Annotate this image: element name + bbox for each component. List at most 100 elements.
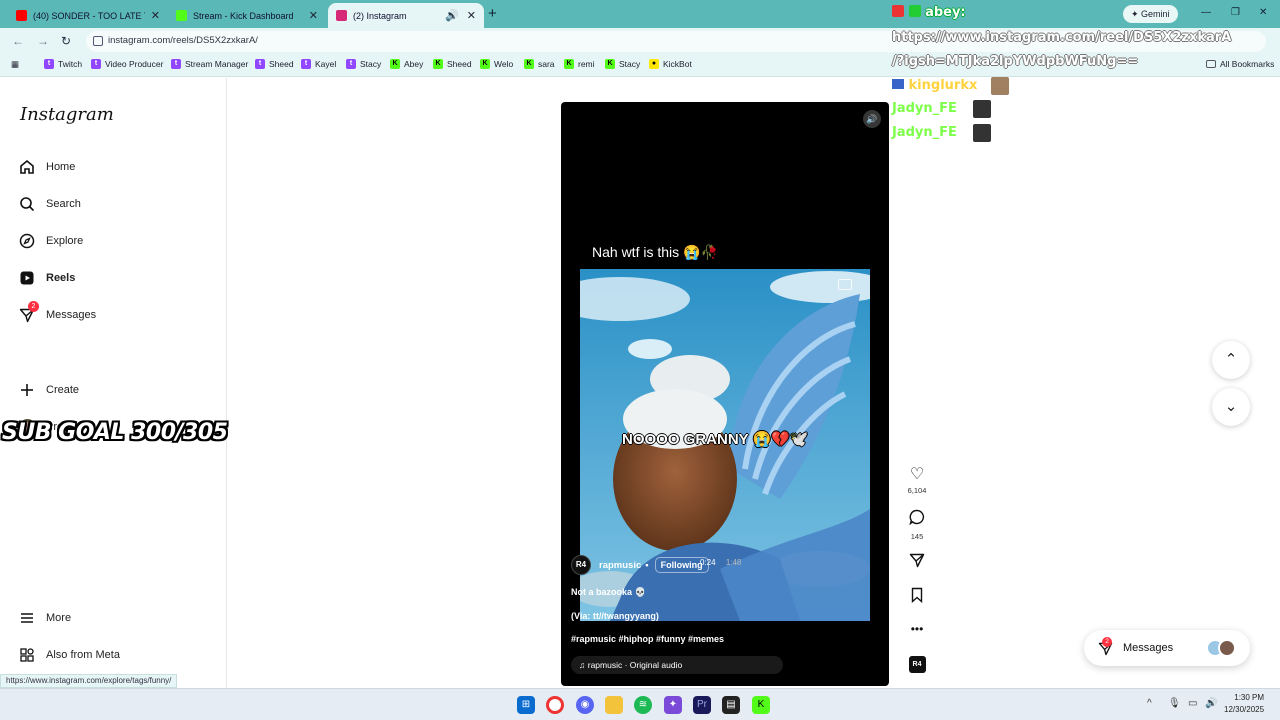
close-icon[interactable]: ✕ (151, 9, 160, 22)
instagram-icon (336, 10, 347, 21)
reel-author[interactable]: R4 rapmusic • Following (571, 555, 709, 575)
like-button[interactable]: ♡ 6,104 (904, 466, 930, 495)
share-button[interactable] (904, 552, 930, 573)
bookmark-label: Twitch (58, 59, 83, 69)
close-window-icon[interactable]: ✕ (1259, 7, 1267, 18)
bookmark-kayel[interactable]: t Kayel (301, 59, 336, 69)
comment-button[interactable]: 145 (904, 509, 930, 541)
premiere-icon[interactable]: Pr (693, 696, 711, 714)
chrome-icon[interactable] (546, 696, 564, 714)
nav-search[interactable]: Search (18, 195, 81, 213)
tab-instagram[interactable]: (2) Instagram 🔊 ✕ (328, 3, 484, 28)
nav-label: More (46, 612, 72, 624)
apps-icon[interactable]: ▦ (11, 59, 19, 70)
explore-icon (18, 232, 36, 250)
nav-home[interactable]: Home (18, 158, 75, 176)
reel-hashtags[interactable]: #rapmusic #hiphop #funny #memes (571, 634, 724, 644)
audio-page-button[interactable]: R4 (904, 656, 930, 673)
previous-reel-button[interactable]: ⌃ (1212, 341, 1250, 379)
comment-icon (904, 509, 930, 530)
bookmark-twitch[interactable]: t Twitch (44, 59, 82, 69)
microphone-icon[interactable]: 🎙 (1168, 698, 1181, 709)
author-avatar[interactable]: R4 (571, 555, 591, 575)
discord-icon[interactable]: ◉ (576, 696, 594, 714)
time-total: 1:48 (725, 558, 742, 567)
bookmark-label: Stream Manager (185, 59, 249, 69)
bookmark-sara[interactable]: Ksara (524, 59, 555, 69)
author-name[interactable]: rapmusic (599, 560, 641, 571)
forward-icon[interactable]: → (37, 34, 49, 48)
nav-create[interactable]: Create (18, 381, 79, 399)
status-bar-url: https://www.instagram.com/explore/tags/f… (0, 674, 178, 688)
bookmark-sheed-kick[interactable]: K Sheed (433, 59, 472, 69)
bookmark-stacy[interactable]: t Stacy (346, 59, 381, 69)
site-info-icon[interactable] (93, 36, 103, 46)
speaker-icon[interactable]: 🔊 (445, 9, 459, 22)
audio-label: rapmusic · Original audio (587, 660, 683, 670)
nav-messages[interactable]: 2 Messages (18, 301, 97, 324)
tab-kick[interactable]: Stream - Kick Dashboard ✕ (168, 3, 326, 28)
back-icon[interactable]: ← (12, 34, 24, 48)
copilot-icon[interactable]: ✦ (664, 696, 682, 714)
windows-start-icon[interactable]: ⊞ (517, 696, 535, 714)
reels-icon (18, 269, 36, 287)
clock[interactable]: 1:30 PM 12/30/2025 (1224, 692, 1264, 716)
volume-icon[interactable]: 🔊 (863, 110, 881, 128)
close-icon[interactable]: ✕ (309, 9, 318, 22)
bookmark-sheed[interactable]: t Sheed (255, 59, 294, 69)
youtube-icon (16, 10, 27, 21)
instagram-logo[interactable]: Instagram (20, 104, 114, 125)
file-explorer-icon[interactable] (605, 696, 623, 714)
new-tab-button[interactable]: + (488, 5, 497, 22)
bookmark-abey[interactable]: K Abey (390, 59, 423, 69)
bookmark-label: KickBot (663, 59, 692, 69)
close-icon[interactable]: ✕ (467, 9, 476, 22)
chat-message-url-cont: /?igsh=MTJka2lpYWdpbWFuNg== (892, 54, 1139, 69)
tab-strip: (40) SONDER - TOO LATE TO D ✕ Stream - K… (0, 0, 1280, 28)
messages-icon: 2 (18, 301, 39, 324)
volume-icon[interactable]: 🔊 (1205, 698, 1217, 709)
reel-caption: Not a bazooka 💀 (571, 587, 646, 597)
kick-icon (176, 10, 187, 21)
next-reel-button[interactable]: ⌄ (1212, 388, 1250, 426)
more-options-button[interactable]: ••• (904, 620, 930, 638)
all-bookmarks-label: All Bookmarks (1220, 59, 1275, 69)
bookmark-welo[interactable]: K Welo (480, 59, 513, 69)
kick-app-icon[interactable]: K (752, 696, 770, 714)
bookmark-video-producer[interactable]: t Video Producer (91, 59, 163, 69)
spotify-icon[interactable]: ≋ (634, 696, 652, 714)
nav-also-from-meta[interactable]: Also from Meta (18, 646, 120, 664)
reload-icon[interactable]: ↻ (61, 34, 71, 48)
bookmark-remi[interactable]: Kremi (564, 59, 595, 69)
app-icon[interactable]: ▤ (722, 696, 740, 714)
bookmark-stream-manager[interactable]: t Stream Manager (171, 59, 248, 69)
gemini-label: Gemini (1141, 9, 1170, 19)
reel-audio[interactable]: ♫ rapmusic · Original audio (571, 656, 783, 674)
all-bookmarks[interactable]: All Bookmarks (1206, 59, 1274, 69)
bookmark-kickbot[interactable]: ● KickBot (649, 59, 692, 69)
restore-icon[interactable]: ❐ (1231, 7, 1240, 18)
picture-in-picture-icon[interactable] (838, 279, 852, 290)
badge-icon (892, 5, 904, 17)
tab-title: (40) SONDER - TOO LATE TO D (33, 10, 145, 21)
time-current: 0:24 (700, 558, 716, 567)
chat-user: Jadyn_FE (892, 125, 957, 140)
heart-icon: ♡ (909, 466, 925, 483)
flag-icon (892, 79, 904, 89)
nav-explore[interactable]: Explore (18, 232, 83, 250)
messages-popup-button[interactable]: 2 Messages (1084, 630, 1250, 666)
reel-video[interactable]: 🔊 Nah wtf is this 😭🥀 NOOOO GRANNY 😭💔🕊️ R… (561, 102, 889, 686)
tab-youtube[interactable]: (40) SONDER - TOO LATE TO D ✕ (8, 3, 168, 28)
gemini-button[interactable]: ✦ Gemini (1123, 5, 1178, 23)
nav-reels[interactable]: Reels (18, 269, 75, 287)
sub-goal-overlay: SUB GOAL 300/305 (2, 420, 228, 445)
bookmark-stacy-kick[interactable]: K Stacy (605, 59, 640, 69)
save-button[interactable] (904, 587, 930, 608)
minimize-icon[interactable]: — (1201, 7, 1211, 18)
nav-more[interactable]: More (18, 609, 71, 627)
network-icon[interactable]: ▭ (1188, 698, 1197, 709)
chevron-up-icon[interactable]: ^ (1147, 698, 1152, 709)
nav-label: Search (46, 198, 81, 210)
chat-user: Jadyn_FE (892, 101, 957, 116)
nav-label: Messages (46, 309, 97, 321)
